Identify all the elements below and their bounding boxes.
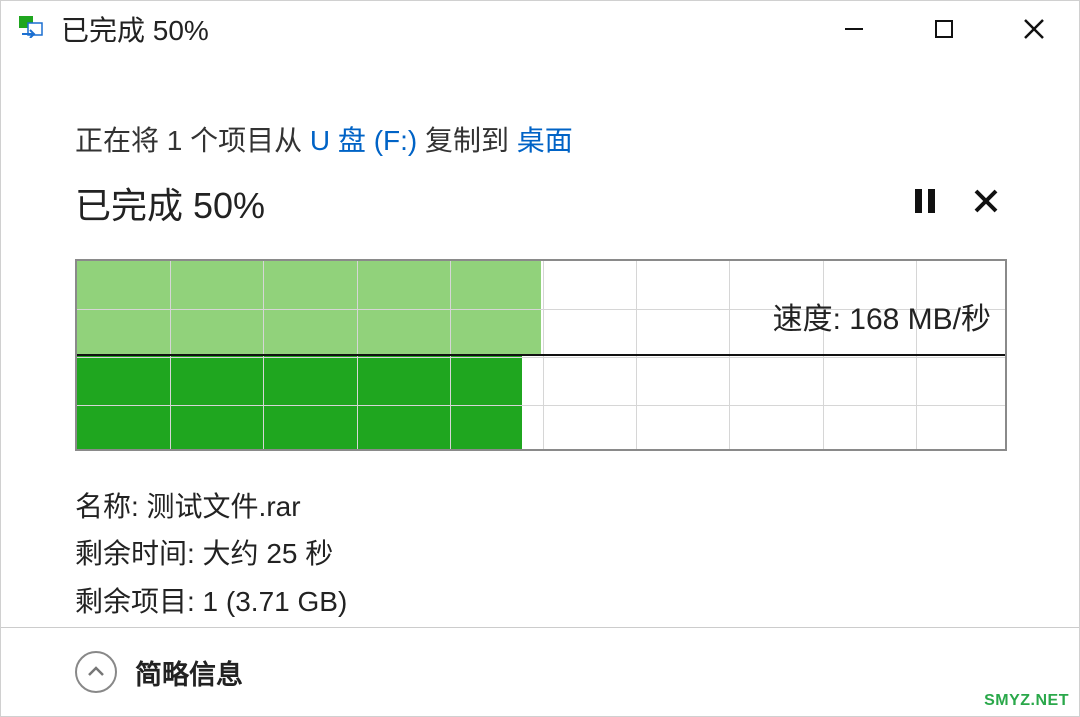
transfer-chart: 速度: 168 MB/秒 xyxy=(75,259,1005,451)
minimize-icon xyxy=(841,16,867,42)
detail-time: 剩余时间: 大约 25 秒 xyxy=(75,532,1005,575)
detail-name: 名称: 测试文件.rar xyxy=(75,485,1005,528)
watermark: SMYZ.NET xyxy=(984,692,1069,710)
chart-fill-bottom xyxy=(77,355,522,449)
dest-link[interactable]: 桌面 xyxy=(517,125,573,156)
copy-icon xyxy=(19,16,49,43)
minimize-button[interactable] xyxy=(809,1,899,57)
op-prefix: 正在将 1 个项目从 xyxy=(75,125,310,156)
titlebar-left: 已完成 50% xyxy=(19,9,209,49)
status-row: 已完成 50% xyxy=(75,177,1005,229)
toggle-details-button[interactable] xyxy=(75,651,117,693)
op-mid: 复制到 xyxy=(417,125,517,156)
window-title: 已完成 50% xyxy=(61,9,209,49)
chart-fill-top xyxy=(77,261,541,355)
maximize-icon xyxy=(933,18,955,40)
speed-label: 速度: 168 MB/秒 xyxy=(773,294,991,338)
pause-button[interactable] xyxy=(912,186,938,221)
maximize-button[interactable] xyxy=(899,1,989,57)
toggle-details-label[interactable]: 简略信息 xyxy=(135,653,243,692)
footer: 简略信息 xyxy=(1,628,1079,716)
pause-icon xyxy=(912,186,938,216)
cancel-button[interactable] xyxy=(972,187,1000,220)
transfer-details: 名称: 测试文件.rar 剩余时间: 大约 25 秒 剩余项目: 1 (3.71… xyxy=(75,485,1005,623)
titlebar: 已完成 50% xyxy=(1,1,1079,57)
source-link[interactable]: U 盘 (F:) xyxy=(310,125,417,156)
close-window-button[interactable] xyxy=(989,1,1079,57)
window-controls xyxy=(809,1,1079,57)
file-copy-dialog: 已完成 50% 正在将 1 个项目从 U 盘 (F: xyxy=(0,0,1080,717)
detail-items: 剩余项目: 1 (3.71 GB) xyxy=(75,580,1005,623)
cancel-icon xyxy=(972,187,1000,215)
dialog-body: 正在将 1 个项目从 U 盘 (F:) 复制到 桌面 已完成 50% xyxy=(1,57,1079,623)
chart-midline xyxy=(77,354,1005,356)
chevron-up-icon xyxy=(86,662,106,682)
operation-line: 正在将 1 个项目从 U 盘 (F:) 复制到 桌面 xyxy=(75,119,1005,159)
status-controls xyxy=(912,186,1005,221)
status-text: 已完成 50% xyxy=(75,177,265,229)
close-icon xyxy=(1020,15,1048,43)
